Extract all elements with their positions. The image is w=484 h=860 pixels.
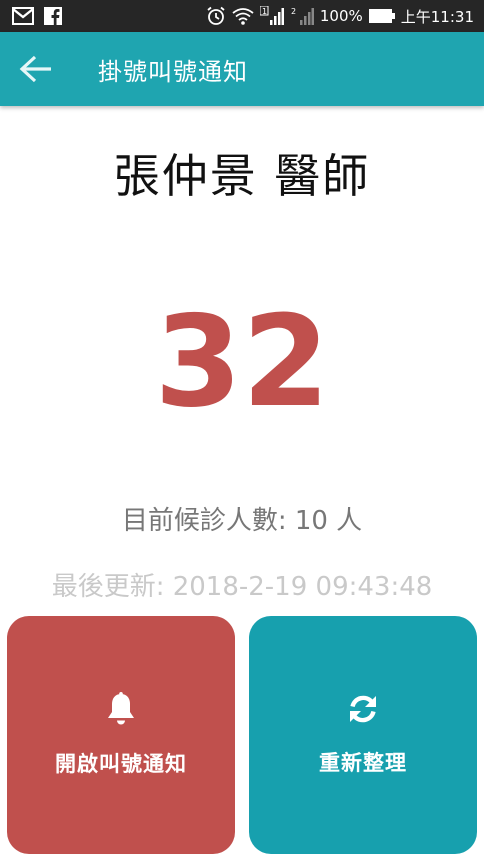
system-status: 1 2 100% 上午11:31 bbox=[206, 6, 474, 27]
arrow-left-icon bbox=[19, 55, 51, 83]
refresh-icon bbox=[347, 693, 379, 729]
clock: 上午11:31 bbox=[400, 7, 474, 26]
waiting-count: 目前候診人數: 10 人 bbox=[121, 506, 363, 536]
notify-button[interactable]: 開啟叫號通知 bbox=[7, 616, 235, 854]
status-bar: 1 2 100% 上午11:31 bbox=[0, 0, 484, 32]
battery-icon bbox=[368, 9, 395, 23]
current-number: 32 bbox=[154, 288, 330, 435]
refresh-button[interactable]: 重新整理 bbox=[249, 616, 477, 854]
back-button[interactable] bbox=[0, 32, 72, 106]
alarm-icon bbox=[206, 6, 226, 26]
facebook-icon bbox=[44, 7, 62, 25]
gmail-icon bbox=[12, 7, 34, 25]
wifi-icon bbox=[232, 7, 254, 25]
refresh-button-label: 重新整理 bbox=[319, 751, 407, 775]
app-bar: 掛號叫號通知 bbox=[0, 32, 484, 106]
bell-icon bbox=[105, 692, 137, 730]
page-title: 掛號叫號通知 bbox=[98, 57, 248, 86]
signal-sim1-icon: 1 bbox=[259, 6, 284, 26]
notification-icons bbox=[12, 7, 62, 25]
doctor-name: 張仲景 醫師 bbox=[113, 149, 371, 203]
svg-text:2: 2 bbox=[291, 7, 296, 16]
notify-button-label: 開啟叫號通知 bbox=[55, 752, 187, 776]
last-updated: 最後更新: 2018-2-19 09:43:48 bbox=[51, 572, 433, 602]
svg-text:1: 1 bbox=[262, 7, 267, 16]
battery-percent: 100% bbox=[319, 7, 363, 25]
signal-sim2-icon: 2 bbox=[290, 6, 314, 26]
